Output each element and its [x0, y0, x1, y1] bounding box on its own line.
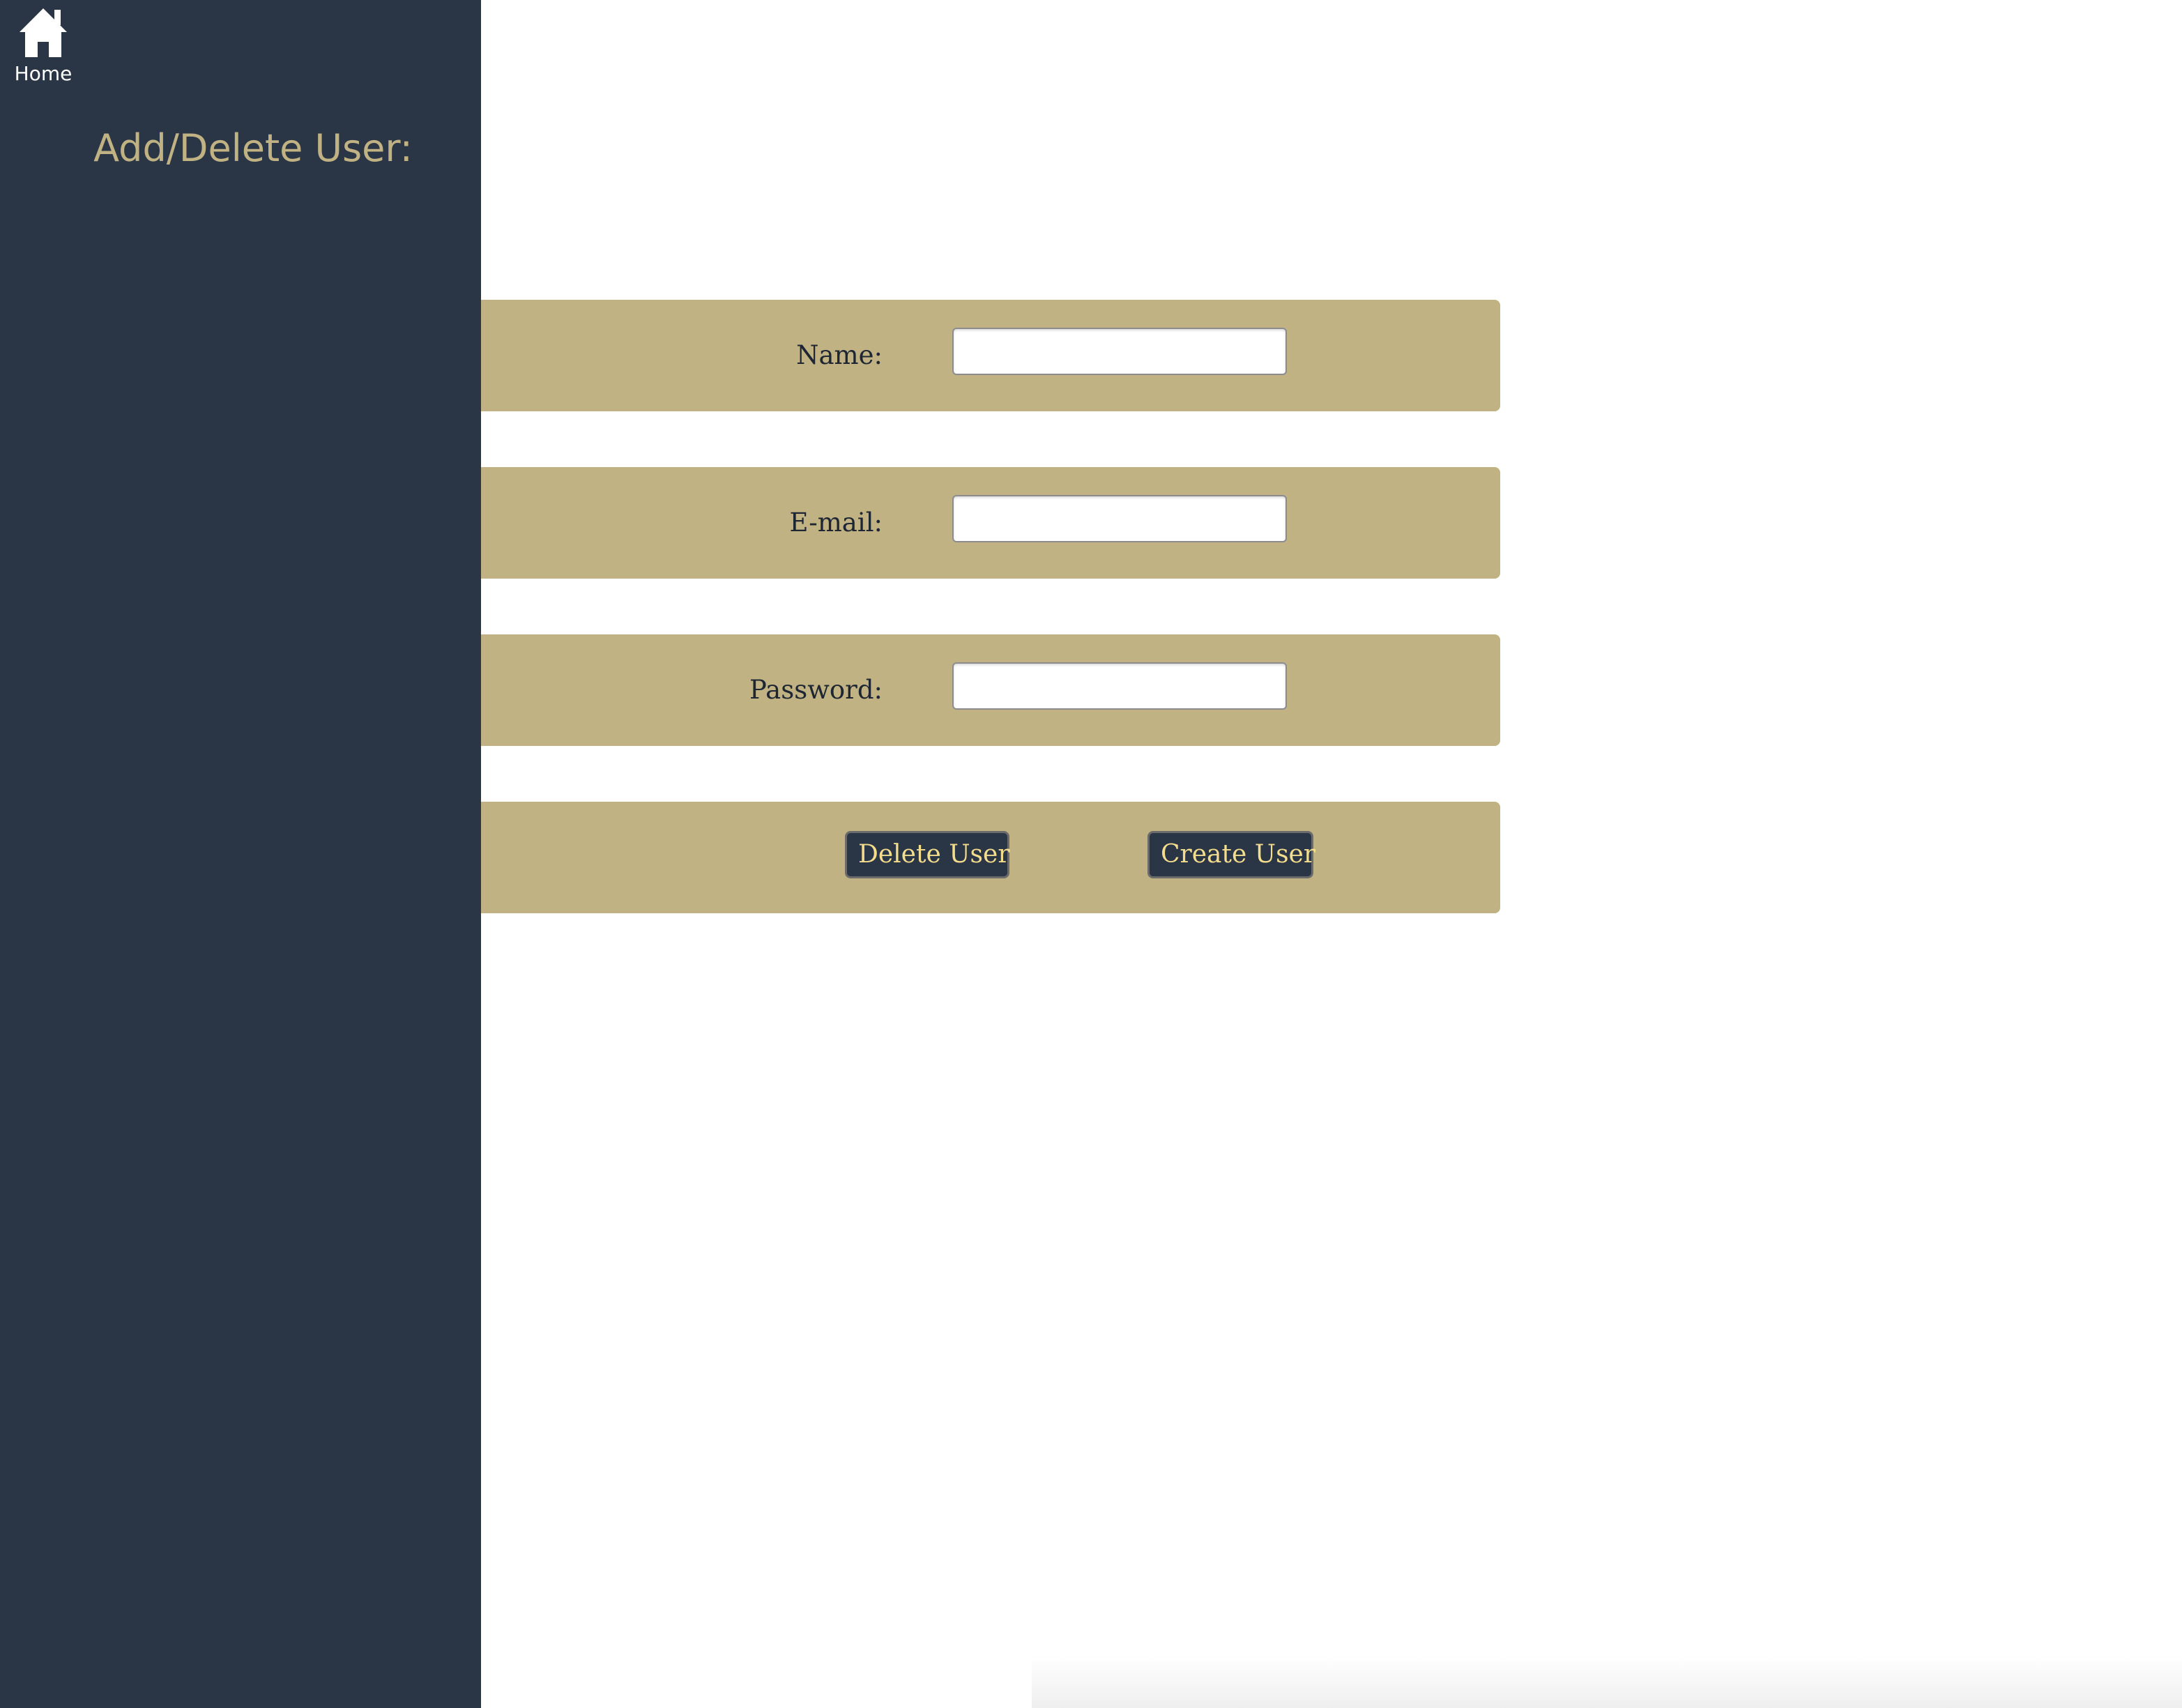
home-icon: [20, 8, 67, 57]
name-label: Name:: [796, 340, 883, 370]
password-label: Password:: [749, 675, 883, 705]
password-row: Password:: [481, 634, 1500, 746]
home-label: Home: [14, 62, 73, 85]
page-title: Add/Delete User:: [93, 126, 413, 170]
bottom-shadow: [1032, 1656, 2182, 1708]
delete-user-button[interactable]: Delete User: [845, 831, 1010, 878]
name-row: Name:: [481, 300, 1500, 411]
password-input[interactable]: [952, 662, 1287, 710]
create-user-button[interactable]: Create User: [1147, 831, 1315, 878]
sidebar: Home Add/Delete User:: [0, 0, 481, 1708]
email-label: E-mail:: [789, 508, 883, 537]
email-input[interactable]: [952, 495, 1287, 542]
name-input[interactable]: [952, 328, 1287, 375]
actions-row: Delete User Create User: [481, 802, 1500, 913]
email-row: E-mail:: [481, 467, 1500, 579]
home-link[interactable]: Home: [8, 6, 78, 89]
